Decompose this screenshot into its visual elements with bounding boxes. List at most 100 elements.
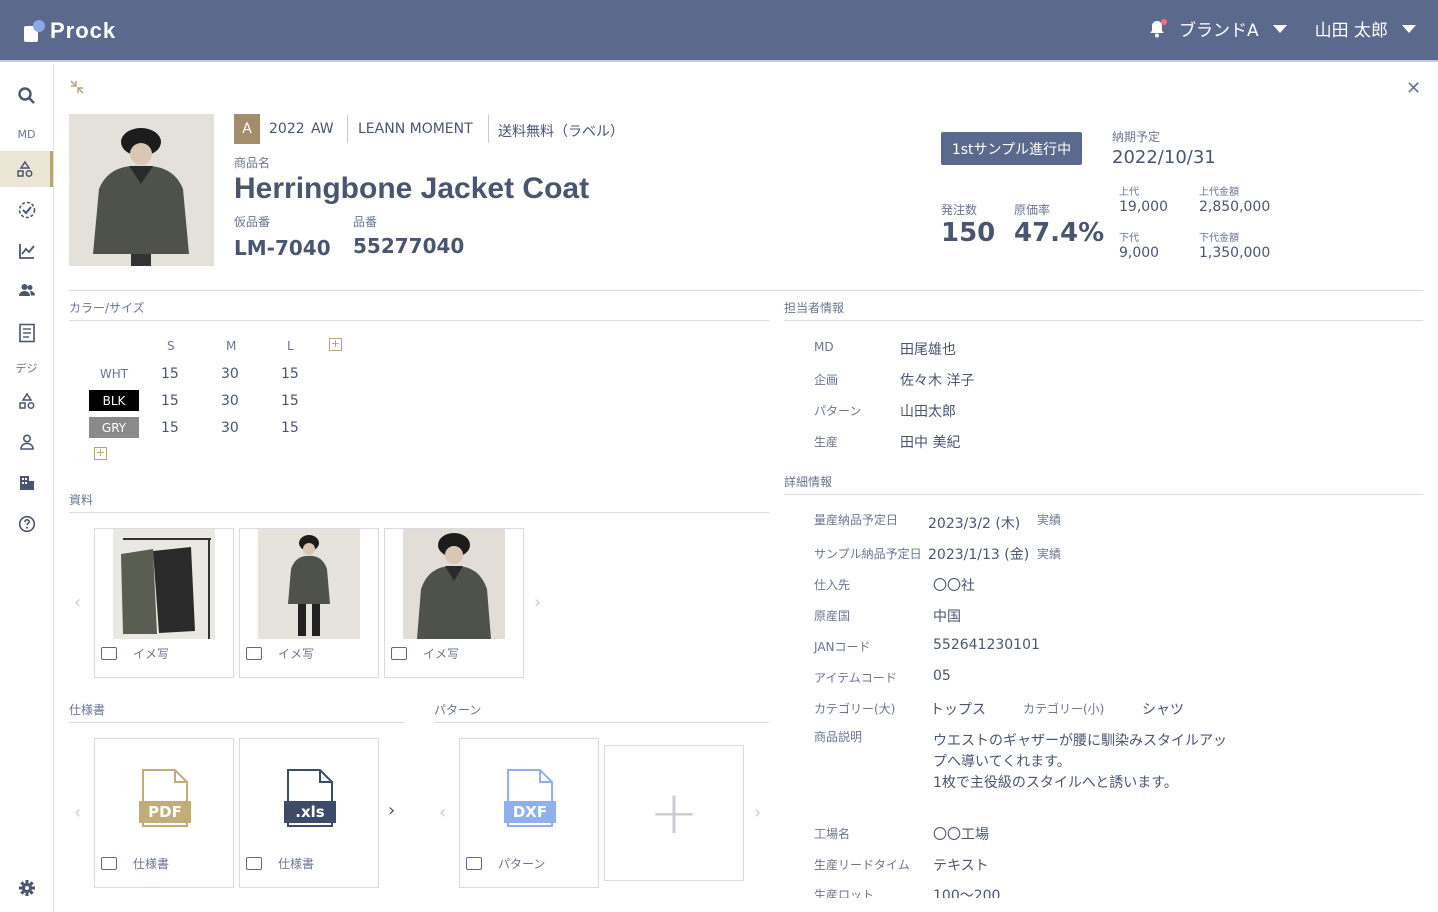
sample-actual-label: 実績 <box>1037 547 1062 561</box>
sidebar-settings[interactable] <box>0 870 53 906</box>
sidebar-item-progress[interactable] <box>0 192 53 228</box>
size-header: L <box>287 339 294 353</box>
user-menu[interactable]: 山田 太郎 <box>1315 16 1388 41</box>
lot-row: 生産ロット 100〜200 <box>814 886 1214 898</box>
temp-no-label: 仮品番 <box>234 215 271 229</box>
product-image[interactable] <box>69 114 214 266</box>
folder-icon <box>246 857 262 870</box>
notification-bell-icon[interactable] <box>1147 18 1167 39</box>
qty-cell[interactable]: 15 <box>281 393 299 409</box>
sidebar-item-design-products[interactable] <box>0 383 53 419</box>
sidebar-item-person[interactable] <box>0 424 53 460</box>
spec-title: 仕様書 <box>69 703 106 717</box>
shipping-label: 送料無料（ラベル） <box>498 124 624 140</box>
season: AW <box>311 121 334 137</box>
qty-cell[interactable]: 30 <box>221 393 239 409</box>
materials-next-arrow[interactable]: › <box>534 592 541 613</box>
person-icon <box>19 434 34 450</box>
description-label: 商品説明 <box>814 730 863 744</box>
lower-price-label: 下代 <box>1119 233 1139 244</box>
pattern-title: パターン <box>434 703 482 717</box>
qty-cell[interactable]: 30 <box>221 366 239 382</box>
close-icon[interactable]: ✕ <box>1406 78 1421 99</box>
brand-selector[interactable]: ブランドA <box>1179 16 1259 41</box>
origin-label: 原産国 <box>814 609 851 623</box>
material-thumbnail <box>403 529 505 639</box>
lower-amount-label: 下代金額 <box>1199 233 1239 244</box>
cost-rate: 47.4% <box>1014 218 1105 248</box>
pattern-card[interactable]: DXF パターン <box>459 738 599 888</box>
item-code-label: アイテムコード <box>814 671 897 685</box>
app-logo[interactable]: Prock <box>24 18 116 44</box>
material-card[interactable]: イメ写 <box>239 528 379 678</box>
add-color-button[interactable]: + <box>94 447 107 460</box>
color-chip-gry: GRY <box>89 417 139 438</box>
upper-price: 19,000 <box>1119 199 1168 215</box>
spec-card[interactable]: PDF 仕様書 <box>94 738 234 888</box>
folder-icon <box>466 857 482 870</box>
status-badge: 1stサンプル進行中 <box>941 132 1082 165</box>
qty-cell[interactable]: 15 <box>161 366 179 382</box>
spec-prev-arrow[interactable]: ‹ <box>74 802 81 823</box>
sidebar-item-documents[interactable] <box>0 315 53 351</box>
brand-chevron-down-icon[interactable] <box>1272 24 1287 33</box>
description-line: 1枚で主役級のスタイルへと誘います。 <box>933 775 1178 791</box>
delivery-date: 2022/10/31 <box>1112 147 1216 168</box>
order-qty: 150 <box>941 218 996 248</box>
sidebar-item-help[interactable] <box>0 506 53 542</box>
lower-price: 9,000 <box>1119 245 1160 261</box>
material-card[interactable]: イメ写 <box>94 528 234 678</box>
cat-small-label: カテゴリー(小) <box>1023 702 1105 716</box>
sidebar: MD デジ <box>0 64 54 912</box>
staff-name: 田中 美紀 <box>900 435 961 451</box>
add-pattern-button[interactable]: + <box>604 745 744 881</box>
search-icon <box>17 87 35 104</box>
product-no: 55277040 <box>353 234 465 258</box>
sidebar-item-company[interactable] <box>0 465 53 501</box>
upper-amount-label: 上代金額 <box>1199 187 1239 198</box>
jan-label: JANコード <box>814 640 871 654</box>
user-chevron-down-icon[interactable] <box>1402 24 1416 33</box>
staff-name: 田尾雄也 <box>900 342 956 358</box>
pattern-prev-arrow[interactable]: ‹ <box>439 802 446 823</box>
materials-prev-arrow[interactable]: ‹ <box>74 592 81 613</box>
file-type: .xls <box>295 803 325 821</box>
pattern-next-arrow[interactable]: › <box>754 802 761 823</box>
spec-next-arrow[interactable]: › <box>388 800 395 821</box>
sidebar-item-products[interactable] <box>0 151 53 187</box>
cost-rate-label: 原価率 <box>1014 203 1051 217</box>
collapse-icon[interactable] <box>68 78 86 100</box>
mass-actual-label: 実績 <box>1037 513 1062 527</box>
rank-badge: A <box>234 114 260 144</box>
factory: 〇〇工場 <box>933 827 989 843</box>
upper-price-label: 上代 <box>1119 187 1139 198</box>
qty-cell[interactable]: 15 <box>161 420 179 436</box>
product-name: Herringbone Jacket Coat <box>234 172 590 205</box>
spec-card[interactable]: .xls 仕様書 <box>239 738 379 888</box>
mass-delivery-label: 量産納品予定日 <box>814 513 899 527</box>
document-icon <box>18 323 35 343</box>
year: 2022 <box>269 121 305 137</box>
sidebar-section-md: MD <box>17 128 36 141</box>
supplier-label: 仕入先 <box>814 578 851 592</box>
add-size-button[interactable]: + <box>329 338 342 351</box>
staff-name: 佐々木 洋子 <box>900 373 975 389</box>
cat-large: トップス <box>930 702 986 718</box>
staff-role: 生産 <box>814 435 839 449</box>
qty-cell[interactable]: 15 <box>281 366 299 382</box>
qty-cell[interactable]: 30 <box>221 420 239 436</box>
sidebar-search[interactable] <box>0 78 53 114</box>
file-type: DXF <box>512 803 548 821</box>
spec-label: 仕様書 <box>278 857 315 871</box>
qty-cell[interactable]: 15 <box>161 393 179 409</box>
material-card[interactable]: イメ写 <box>384 528 524 678</box>
sidebar-item-team[interactable] <box>0 272 53 308</box>
pattern-label: パターン <box>498 857 546 871</box>
progress-check-icon <box>18 201 35 219</box>
qty-cell[interactable]: 15 <box>281 420 299 436</box>
shapes-icon <box>17 160 33 177</box>
sidebar-item-analytics[interactable] <box>0 233 53 269</box>
line-chart-icon <box>18 244 35 259</box>
factory-label: 工場名 <box>814 827 851 841</box>
product-name-label: 商品名 <box>234 156 271 170</box>
